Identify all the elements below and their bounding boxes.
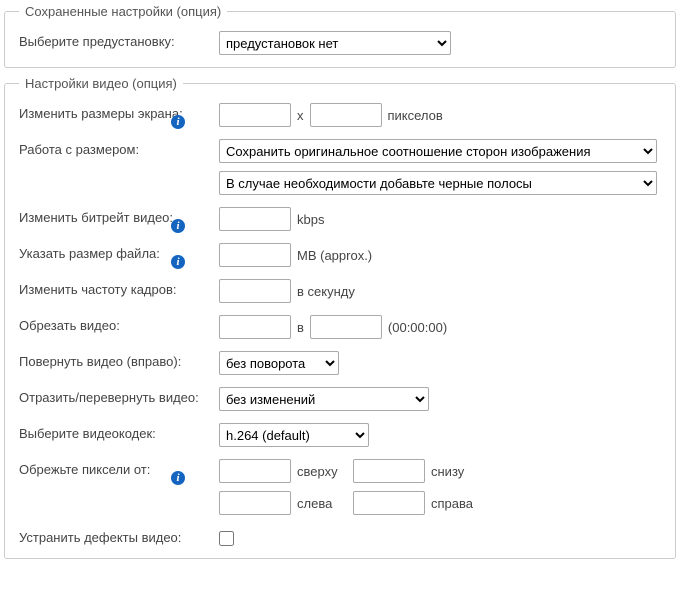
mb-unit: MB (approx.): [297, 248, 372, 263]
rotate-select[interactable]: без поворота: [219, 351, 339, 375]
flip-select[interactable]: без изменений: [219, 387, 429, 411]
trim-to-input[interactable]: [310, 315, 382, 339]
bitrate-input[interactable]: [219, 207, 291, 231]
kbps-unit: kbps: [297, 212, 324, 227]
size-handling-label: Работа с размером:: [19, 142, 139, 157]
deinterlace-checkbox[interactable]: [219, 531, 234, 546]
info-icon[interactable]: i: [171, 219, 185, 233]
crop-label: Обрежьте пиксели от:: [19, 462, 150, 477]
video-settings-group: Настройки видео (опция) Изменить размеры…: [4, 76, 676, 559]
info-icon[interactable]: i: [171, 115, 185, 129]
black-bars-select[interactable]: В случае необходимости добавьте черные п…: [219, 171, 657, 195]
info-icon[interactable]: i: [171, 255, 185, 269]
screen-width-input[interactable]: [219, 103, 291, 127]
video-settings-legend: Настройки видео (опция): [19, 76, 183, 91]
flip-label: Отразить/перевернуть видео:: [19, 390, 199, 405]
filesize-label: Указать размер файла:: [19, 246, 160, 261]
crop-bottom-label: снизу: [431, 464, 464, 479]
saved-settings-legend: Сохраненные настройки (опция): [19, 4, 227, 19]
crop-top-label: сверху: [297, 464, 347, 479]
trim-label: Обрезать видео:: [19, 318, 120, 333]
trim-separator: в: [297, 320, 304, 335]
saved-settings-group: Сохраненные настройки (опция) Выберите п…: [4, 4, 676, 68]
trim-hint: (00:00:00): [388, 320, 447, 335]
info-icon[interactable]: i: [171, 471, 185, 485]
crop-right-input[interactable]: [353, 491, 425, 515]
crop-left-label: слева: [297, 496, 347, 511]
preset-label: Выберите предустановку:: [19, 31, 219, 49]
trim-from-input[interactable]: [219, 315, 291, 339]
rotate-label: Повернуть видео (вправо):: [19, 354, 181, 369]
pixels-unit: пикселов: [388, 108, 443, 123]
bitrate-label: Изменить битрейт видео:: [19, 210, 173, 225]
codec-select[interactable]: h.264 (default): [219, 423, 369, 447]
fps-input[interactable]: [219, 279, 291, 303]
screen-height-input[interactable]: [310, 103, 382, 127]
codec-label: Выберите видеокодек:: [19, 426, 156, 441]
fps-label: Изменить частоту кадров:: [19, 282, 177, 297]
crop-top-input[interactable]: [219, 459, 291, 483]
crop-bottom-input[interactable]: [353, 459, 425, 483]
preset-select[interactable]: предустановок нет: [219, 31, 451, 55]
fps-unit: в секунду: [297, 284, 355, 299]
crop-left-input[interactable]: [219, 491, 291, 515]
deinterlace-label: Устранить дефекты видео:: [19, 530, 181, 545]
x-separator: x: [297, 108, 304, 123]
crop-right-label: справа: [431, 496, 473, 511]
screen-size-label: Изменить размеры экрана:: [19, 106, 183, 121]
aspect-ratio-select[interactable]: Сохранить оригинальное соотношение сторо…: [219, 139, 657, 163]
filesize-input[interactable]: [219, 243, 291, 267]
